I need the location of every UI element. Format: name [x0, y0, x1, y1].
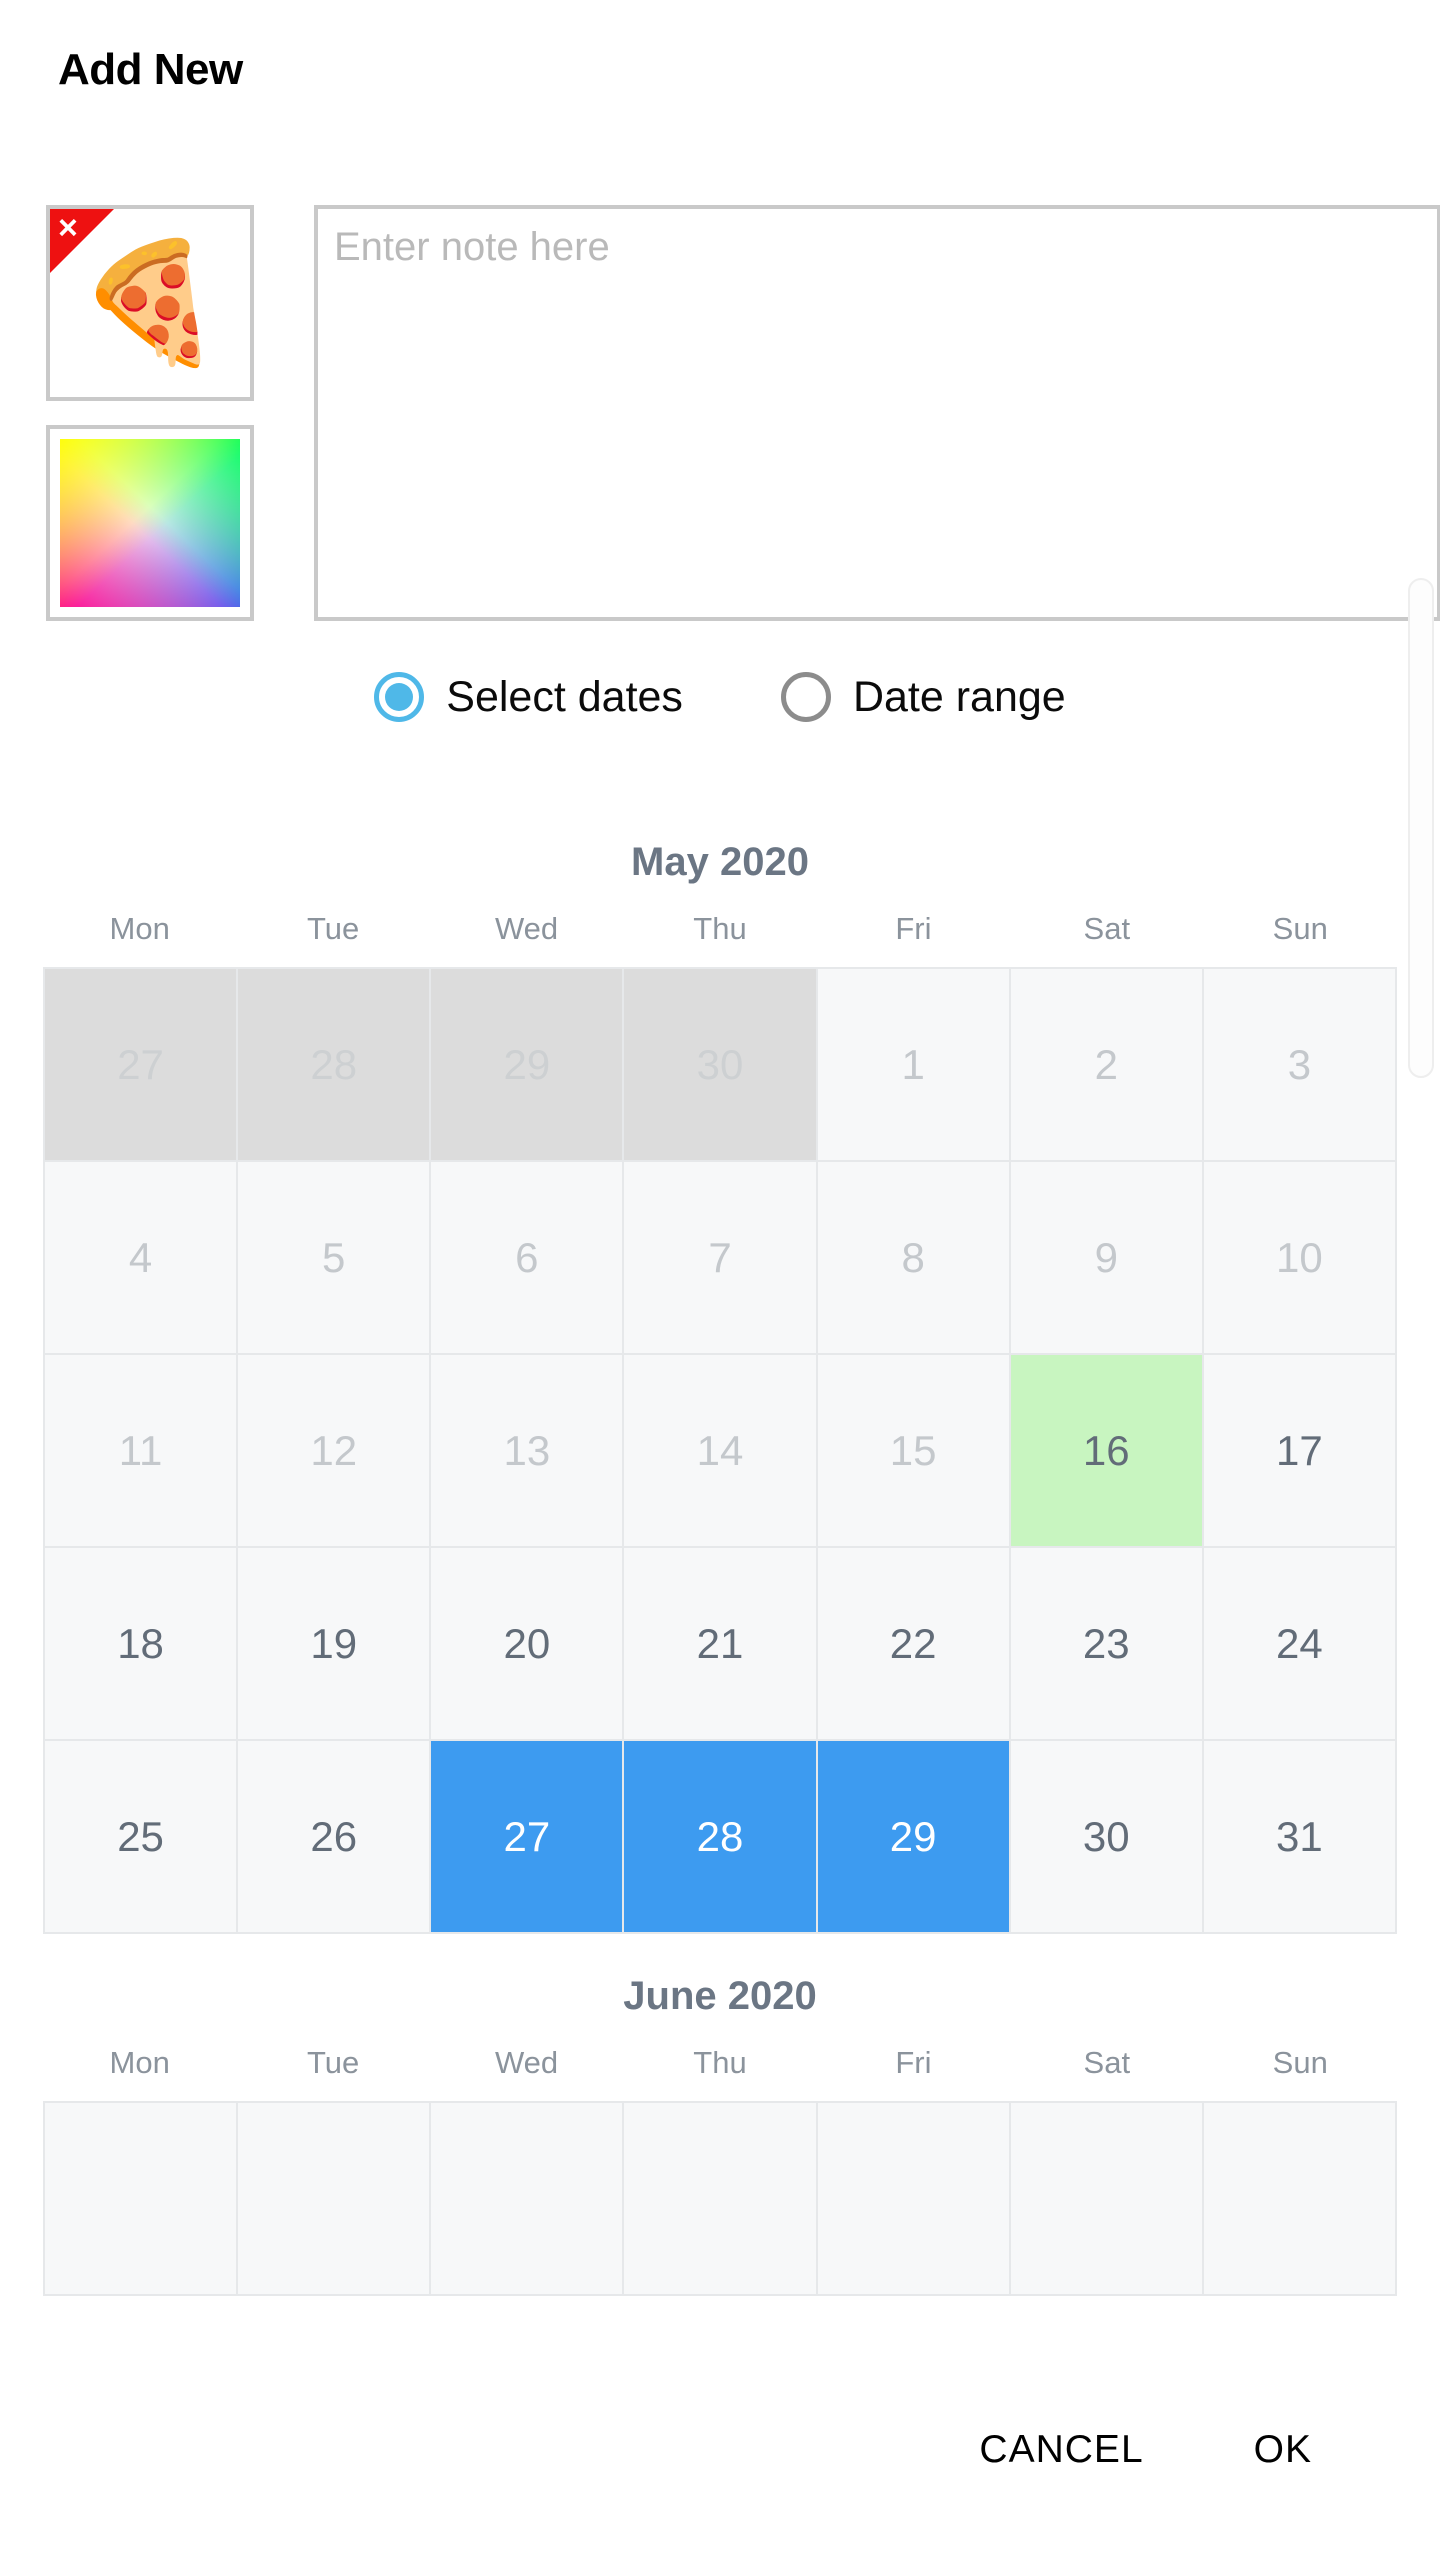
calendar-day-cell[interactable]: 16 — [1010, 1355, 1204, 1548]
calendar-day-cell[interactable]: 14 — [624, 1355, 818, 1548]
weekday-label: Mon — [109, 2045, 170, 2080]
weekday-label: Thu — [693, 911, 747, 946]
weekday-label: Sat — [1083, 2045, 1131, 2080]
week-row — [43, 2103, 1397, 2296]
calendar-day-cell[interactable] — [817, 2103, 1011, 2296]
calendar-day-cell[interactable] — [624, 2103, 818, 2296]
calendar-day-cell[interactable]: 11 — [43, 1355, 239, 1548]
calendar-day-cell[interactable]: 1 — [817, 969, 1011, 1162]
week-row: 25 26 27 28 29 30 31 — [43, 1741, 1397, 1934]
calendar-day-cell[interactable]: 26 — [238, 1741, 432, 1934]
calendar-day-cell[interactable]: 10 — [1203, 1162, 1397, 1355]
media-and-note-row: 🍕 × Enter note here — [46, 205, 1440, 625]
ok-button[interactable]: OK — [1254, 2428, 1312, 2472]
calendar-day-cell[interactable] — [1203, 2103, 1397, 2296]
month-grid: 27 28 29 30 1 2 3 4 5 6 7 8 9 10 11 12 13 14 15 16 17 18 19 20 2… — [43, 967, 1397, 1934]
calendar-day-cell[interactable]: 20 — [431, 1548, 625, 1741]
calendar-day-cell[interactable]: 3 — [1203, 969, 1397, 1162]
add-new-dialog: Add New 🍕 × Enter note here Select dates — [0, 0, 1440, 2560]
radio-date-range-label: Date range — [852, 672, 1066, 721]
weekday-label: Sun — [1272, 2045, 1328, 2080]
calendar-day-cell[interactable]: 25 — [43, 1741, 239, 1934]
calendar-day-cell[interactable]: 29 — [817, 1741, 1011, 1934]
calendar-day-cell[interactable]: 17 — [1203, 1355, 1397, 1548]
calendar-day-cell[interactable]: 27 — [43, 969, 239, 1162]
weekday-label: Fri — [895, 2045, 932, 2080]
cancel-button[interactable]: CANCEL — [979, 2428, 1143, 2472]
week-row: 4 5 6 7 8 9 10 — [43, 1162, 1397, 1355]
dialog-action-bar: CANCEL OK — [0, 2340, 1440, 2560]
calendar-scroll-area[interactable]: May 2020 Mon Tue Wed Thu Fri Sat Sun 27 28 29 30 1 2 3… — [0, 800, 1440, 2300]
month-grid — [43, 2101, 1397, 2296]
calendar-day-cell[interactable] — [431, 2103, 625, 2296]
calendar-day-cell[interactable]: 27 — [431, 1741, 625, 1934]
radio-select-dates-label: Select dates — [446, 672, 683, 721]
calendar-day-cell[interactable] — [43, 2103, 239, 2296]
weekday-label: Fri — [895, 911, 932, 946]
radio-unselected-icon[interactable] — [780, 672, 831, 722]
calendar-day-cell[interactable]: 6 — [431, 1162, 625, 1355]
calendar-day-cell[interactable]: 30 — [1010, 1741, 1204, 1934]
close-icon[interactable]: × — [58, 211, 78, 245]
weekday-label: Wed — [494, 911, 559, 946]
month-list: May 2020 Mon Tue Wed Thu Fri Sat Sun 27 28 29 30 1 2 3… — [0, 800, 1440, 2296]
calendar-day-cell[interactable]: 21 — [624, 1548, 818, 1741]
week-row: 27 28 29 30 1 2 3 — [43, 969, 1397, 1162]
radio-selected-icon[interactable] — [374, 672, 425, 722]
vertical-scrollbar-thumb[interactable] — [1408, 578, 1434, 1078]
radio-select-dates[interactable]: Select dates — [374, 672, 683, 722]
weekday-label: Thu — [693, 2045, 747, 2080]
calendar-day-cell[interactable]: 28 — [624, 1741, 818, 1934]
radio-date-range[interactable]: Date range — [780, 672, 1066, 722]
weekday-label: Tue — [306, 2045, 360, 2080]
week-row: 18 19 20 21 22 23 24 — [43, 1548, 1397, 1741]
weekday-label: Sat — [1083, 911, 1131, 946]
calendar-day-cell[interactable]: 13 — [431, 1355, 625, 1548]
calendar-day-cell[interactable] — [1010, 2103, 1204, 2296]
weekday-label: Tue — [306, 911, 360, 946]
calendar-day-cell[interactable]: 31 — [1203, 1741, 1397, 1934]
note-input[interactable]: Enter note here — [314, 205, 1440, 621]
page-title: Add New — [58, 45, 243, 94]
month-title: June 2020 — [623, 1974, 817, 2018]
calendar-day-cell[interactable] — [238, 2103, 432, 2296]
calendar-day-cell[interactable]: 2 — [1010, 969, 1204, 1162]
date-mode-radio-group: Select dates Date range — [0, 672, 1440, 722]
calendar-day-cell[interactable]: 12 — [238, 1355, 432, 1548]
weekday-header-row: Mon Tue Wed Thu Fri Sat Sun — [43, 911, 1397, 967]
thumbnail-column: 🍕 × — [46, 205, 254, 621]
calendar-day-cell[interactable]: 7 — [624, 1162, 818, 1355]
calendar-day-cell[interactable]: 24 — [1203, 1548, 1397, 1741]
calendar-day-cell[interactable]: 23 — [1010, 1548, 1204, 1741]
calendar-day-cell[interactable]: 8 — [817, 1162, 1011, 1355]
weekday-label: Sun — [1272, 911, 1328, 946]
weekday-label: Mon — [109, 911, 170, 946]
color-picker-swatch[interactable] — [46, 425, 254, 621]
calendar-day-cell[interactable]: 22 — [817, 1548, 1011, 1741]
calendar-day-cell[interactable]: 18 — [43, 1548, 239, 1741]
week-row: 11 12 13 14 15 16 17 — [43, 1355, 1397, 1548]
image-thumbnail[interactable]: 🍕 × — [46, 205, 254, 401]
month-title: May 2020 — [631, 840, 809, 884]
color-gradient-icon[interactable] — [60, 439, 240, 607]
calendar-day-cell[interactable]: 15 — [817, 1355, 1011, 1548]
calendar-day-cell[interactable]: 4 — [43, 1162, 239, 1355]
radio-dot-icon — [385, 683, 414, 711]
calendar-day-cell[interactable]: 9 — [1010, 1162, 1204, 1355]
weekday-header-row: Mon Tue Wed Thu Fri Sat Sun — [43, 2045, 1397, 2101]
calendar-day-cell[interactable]: 19 — [238, 1548, 432, 1741]
weekday-label: Wed — [494, 2045, 559, 2080]
calendar-day-cell[interactable]: 5 — [238, 1162, 432, 1355]
calendar-day-cell[interactable]: 30 — [624, 969, 818, 1162]
note-placeholder: Enter note here — [334, 225, 610, 269]
calendar-day-cell[interactable]: 29 — [431, 969, 625, 1162]
calendar-day-cell[interactable]: 28 — [238, 969, 432, 1162]
